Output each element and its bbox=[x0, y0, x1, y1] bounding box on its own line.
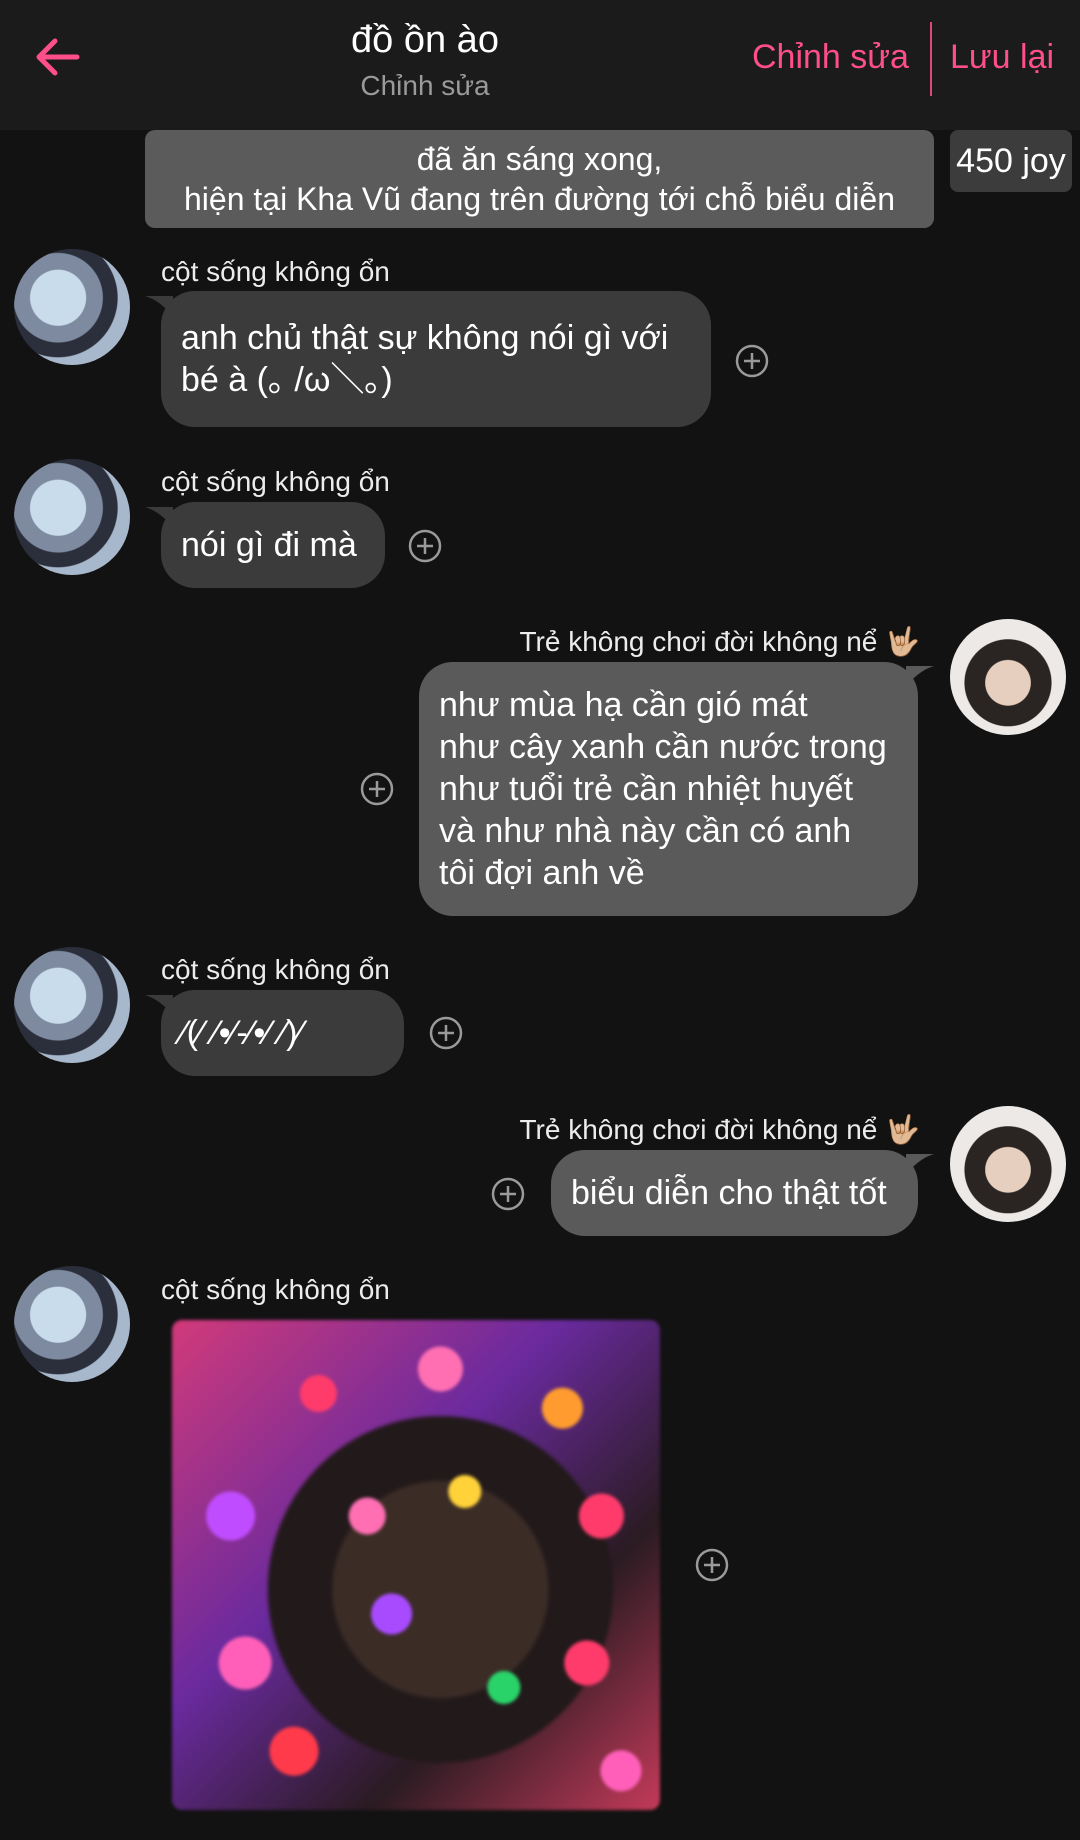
bubble-tail bbox=[906, 666, 934, 686]
top-bar: đồ ồn ào Chỉnh sửa Chỉnh sửa Lưu lại bbox=[0, 0, 1080, 130]
bubble-tail bbox=[906, 1154, 934, 1174]
bubble-tail bbox=[145, 296, 173, 316]
avatar[interactable] bbox=[14, 1266, 130, 1382]
back-arrow-icon[interactable] bbox=[30, 30, 84, 84]
page-subtitle: Chỉnh sửa bbox=[360, 70, 490, 101]
message-text: và như nhà này cần có anh bbox=[439, 812, 852, 850]
message-text: như cây xanh cần nước trong bbox=[439, 728, 887, 766]
avatar[interactable] bbox=[950, 1106, 1066, 1222]
add-reaction-icon[interactable] bbox=[429, 1016, 463, 1050]
page-title: đồ ồn ào bbox=[351, 19, 499, 61]
message-bubble[interactable]: biểu diễn cho thật tốt bbox=[551, 1150, 918, 1236]
title-block: đồ ồn ào Chỉnh sửa bbox=[255, 16, 595, 106]
sender-name: Trẻ không chơi đời không nể 🤟🏼 bbox=[519, 1114, 920, 1145]
header-divider bbox=[930, 22, 932, 96]
message-text: anh chủ thật sự không nói gì với bbox=[181, 319, 669, 357]
joy-badge: 450 joy bbox=[950, 130, 1072, 192]
message-bubble[interactable]: như mùa hạ cần gió mát như cây xanh cần … bbox=[419, 662, 918, 916]
add-reaction-icon[interactable] bbox=[735, 344, 769, 378]
avatar[interactable] bbox=[14, 249, 130, 365]
add-reaction-icon[interactable] bbox=[408, 529, 442, 563]
add-reaction-icon[interactable] bbox=[491, 1177, 525, 1211]
sender-name: cột sống không ổn bbox=[161, 954, 390, 985]
message-text: biểu diễn cho thật tốt bbox=[571, 1174, 887, 1212]
message-text: như tuổi trẻ cần nhiệt huyết bbox=[439, 770, 854, 808]
message-text: nói gì đi mà bbox=[181, 526, 357, 564]
sender-name: Trẻ không chơi đời không nể 🤟🏼 bbox=[519, 626, 920, 657]
message-bubble[interactable]: nói gì đi mà bbox=[161, 502, 385, 588]
message-bubble[interactable]: anh chủ thật sự không nói gì với bé à (｡… bbox=[161, 291, 711, 427]
message-text: tôi đợi anh về bbox=[439, 854, 645, 892]
bubble-tail bbox=[145, 507, 173, 527]
sender-name: cột sống không ổn bbox=[161, 1274, 390, 1305]
message-text: ⁄(⁄ ⁄•⁄-⁄•⁄ ⁄)⁄ bbox=[181, 1014, 304, 1052]
sender-name: cột sống không ổn bbox=[161, 466, 390, 497]
edit-button[interactable]: Chỉnh sửa bbox=[752, 38, 909, 77]
save-button[interactable]: Lưu lại bbox=[950, 38, 1054, 77]
avatar[interactable] bbox=[14, 459, 130, 575]
bubble-tail bbox=[145, 995, 173, 1015]
system-message-line: đã ăn sáng xong, bbox=[416, 141, 663, 177]
sender-name: cột sống không ổn bbox=[161, 256, 390, 287]
avatar[interactable] bbox=[14, 947, 130, 1063]
message-text: bé à (｡ /ω＼｡) bbox=[181, 361, 393, 399]
system-message-line: hiện tại Kha Vũ đang trên đường tới chỗ … bbox=[184, 181, 895, 217]
message-text: như mùa hạ cần gió mát bbox=[439, 686, 808, 724]
add-reaction-icon[interactable] bbox=[695, 1548, 729, 1582]
add-reaction-icon[interactable] bbox=[360, 772, 394, 806]
image-message[interactable] bbox=[172, 1320, 660, 1810]
system-message: đã ăn sáng xong, hiện tại Kha Vũ đang tr… bbox=[145, 130, 934, 228]
message-bubble[interactable]: ⁄(⁄ ⁄•⁄-⁄•⁄ ⁄)⁄ bbox=[161, 990, 404, 1076]
avatar[interactable] bbox=[950, 619, 1066, 735]
